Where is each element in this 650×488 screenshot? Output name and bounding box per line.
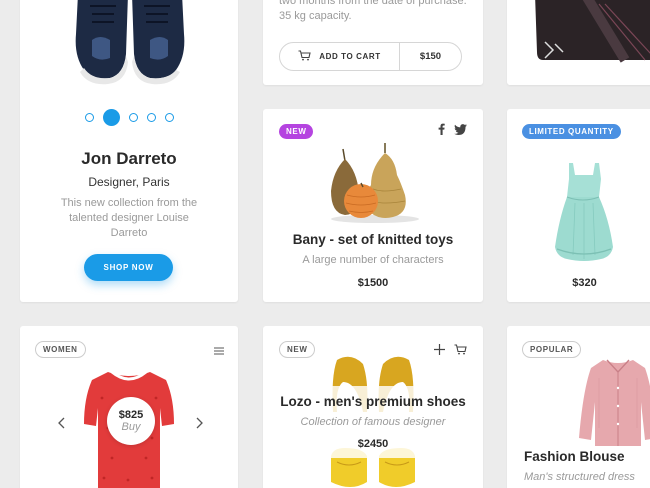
- toys-card[interactable]: NEW Bany - set of knitted toys A large n…: [263, 109, 483, 302]
- product-subtitle: Collection of famous designer: [300, 416, 446, 428]
- product-price: $320: [572, 277, 597, 289]
- carousel-dots: [20, 109, 238, 126]
- knitted-toys-image: [323, 143, 423, 230]
- designer-role: Designer, Paris: [88, 175, 170, 189]
- add-to-cart-button[interactable]: ADD TO CART: [280, 43, 400, 70]
- cart-card: two months from the date of purchase. 35…: [263, 0, 483, 85]
- popular-badge: POPULAR: [522, 341, 582, 358]
- product-title[interactable]: Bany - set of knitted toys: [263, 232, 483, 247]
- bag-card: [507, 0, 650, 85]
- plus-icon[interactable]: [434, 342, 445, 360]
- price-bubble[interactable]: $825 Buy: [107, 397, 155, 445]
- carousel-dot-active[interactable]: [102, 109, 120, 126]
- buy-label[interactable]: Buy: [122, 421, 141, 433]
- cart-control: ADD TO CART $150: [279, 42, 462, 71]
- women-card[interactable]: WOMEN $825 Buy: [20, 326, 238, 488]
- product-price: $825: [118, 409, 144, 421]
- product-subtitle: A large number of characters: [302, 254, 444, 266]
- twitter-icon[interactable]: [454, 122, 467, 140]
- new-badge: NEW: [279, 341, 316, 358]
- cart-icon: [298, 50, 311, 63]
- dress-image: [553, 163, 615, 268]
- women-badge: WOMEN: [35, 341, 86, 358]
- shoes-card[interactable]: NEW Lozo - men's premium shoes Collectio…: [263, 326, 483, 488]
- product-subtitle: Man's structured dress: [524, 471, 635, 483]
- carousel-dot[interactable]: [84, 113, 94, 122]
- bag-image: [535, 0, 650, 71]
- description-line: two months from the date of purchase.: [279, 0, 467, 7]
- social-links: [438, 122, 467, 140]
- cart-icon[interactable]: [454, 342, 467, 360]
- product-description: two months from the date of purchase. 35…: [279, 0, 479, 24]
- product-title[interactable]: Lozo - men's premium shoes: [263, 394, 483, 409]
- designer-name: Jon Darreto: [81, 149, 177, 168]
- limited-quantity-badge: LIMITED QUANTITY: [522, 124, 621, 139]
- designer-description: This new collection from the talented de…: [60, 197, 198, 239]
- blouse-image: [579, 358, 650, 451]
- carousel-dot[interactable]: [164, 113, 174, 122]
- cart-price: $150: [419, 51, 442, 62]
- product-title[interactable]: Fashion Blouse: [524, 449, 625, 464]
- product-price: $2450: [357, 438, 389, 450]
- description-line: 35 kg capacity.: [279, 10, 352, 22]
- chevron-right-icon[interactable]: [196, 416, 203, 434]
- sneaker-image: [70, 0, 190, 94]
- chevron-left-icon[interactable]: [58, 416, 65, 434]
- dress-card[interactable]: LIMITED QUANTITY $320: [507, 109, 650, 302]
- carousel-dot[interactable]: [146, 113, 156, 122]
- carousel-dot[interactable]: [128, 113, 138, 122]
- blouse-card[interactable]: POPULAR Fashion Blouse Man's structured …: [507, 326, 650, 488]
- add-to-cart-label: ADD TO CART: [319, 52, 381, 61]
- card-actions: [434, 342, 467, 360]
- profile-card: Jon Darreto Designer, Paris This new col…: [20, 0, 238, 302]
- menu-icon[interactable]: [214, 342, 224, 360]
- facebook-icon[interactable]: [438, 122, 445, 140]
- shop-now-button[interactable]: SHOP NOW: [84, 254, 173, 281]
- product-price: $1500: [357, 277, 389, 289]
- new-badge: NEW: [279, 124, 314, 139]
